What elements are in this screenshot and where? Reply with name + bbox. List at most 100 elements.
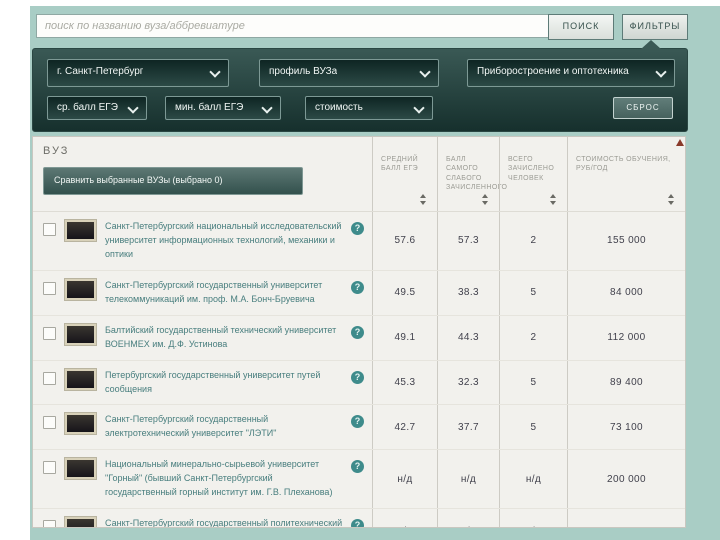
university-cell: Санкт-Петербургский национальный исследо… (33, 212, 372, 270)
university-link[interactable]: Санкт-Петербургский государственный унив… (105, 279, 343, 307)
help-icon[interactable]: ? (351, 222, 364, 235)
help-icon[interactable]: ? (351, 325, 364, 339)
sort-icon[interactable] (482, 194, 489, 205)
table-row: Петербургский государственный университе… (33, 359, 685, 405)
column-header-min-score[interactable]: БАЛЛ САМОГО СЛАБОГО ЗАЧИСЛЕННОГО (437, 137, 507, 211)
sort-icon[interactable] (420, 194, 427, 205)
panel-pointer-icon (641, 40, 661, 49)
table-row: Национальный минерально-сырьевой универс… (33, 449, 685, 509)
chevron-down-icon (261, 102, 273, 114)
enrolled-value: 2 (499, 212, 567, 270)
filter-panel: г. Санкт-Петербург профиль ВУЗа Приборос… (32, 40, 688, 132)
speciality-dropdown[interactable]: Приборостроение и оптотехника (467, 59, 675, 87)
search-input[interactable] (36, 14, 552, 38)
search-button[interactable]: ПОИСК (548, 14, 614, 40)
column-header-cost[interactable]: СТОИМОСТЬ ОБУЧЕНИЯ, РУБ/ГОД (567, 137, 685, 211)
avg-score-value: 42.7 (372, 405, 437, 450)
table-body: Санкт-Петербургский национальный исследо… (33, 212, 685, 527)
profile-dropdown-label: профиль ВУЗа (269, 66, 338, 77)
min-score-value: 38.3 (437, 270, 499, 315)
university-logo (65, 368, 96, 390)
enrolled-value: 5 (499, 270, 567, 315)
table-row: Санкт-Петербургский государственный поли… (33, 508, 685, 527)
avg-score-dropdown-label: ср. балл ЕГЭ (57, 102, 118, 113)
university-cell: Балтийский государственный технический у… (33, 316, 372, 360)
enrolled-value: н/д (499, 509, 567, 527)
min-score-value: 44.3 (437, 315, 499, 360)
university-link[interactable]: Национальный минерально-сырьевой универс… (105, 458, 343, 500)
row-checkbox[interactable] (43, 416, 56, 430)
row-checkbox[interactable] (43, 326, 56, 340)
enrolled-value: н/д (499, 450, 567, 509)
min-score-value: 57.3 (437, 212, 499, 270)
cost-value: 84 000 (567, 270, 685, 315)
column-header-label: СТОИМОСТЬ ОБУЧЕНИЯ, РУБ/ГОД (576, 156, 671, 173)
min-score-value: 37.7 (437, 405, 499, 450)
enrolled-value: 2 (499, 315, 567, 360)
row-checkbox[interactable] (43, 281, 56, 295)
column-header-label: ВСЕГО ЗАЧИСЛЕНО ЧЕЛОВЕК (508, 156, 555, 182)
help-icon[interactable]: ? (351, 460, 364, 474)
university-logo (65, 458, 96, 480)
avg-score-dropdown[interactable]: ср. балл ЕГЭ (47, 96, 147, 120)
speciality-dropdown-label: Приборостроение и оптотехника (477, 66, 629, 77)
enrolled-value: 5 (499, 405, 567, 450)
cost-value: 200 000 (567, 450, 685, 509)
table-title: ВУЗ (43, 145, 70, 157)
enrolled-value: 5 (499, 360, 567, 405)
avg-score-value: 49.5 (372, 270, 437, 315)
university-link[interactable]: Санкт-Петербургский государственный элек… (105, 413, 343, 441)
help-icon[interactable]: ? (351, 370, 364, 384)
name-column-header: ВУЗ Сравнить выбранные ВУЗы (выбрано 0) (33, 137, 372, 211)
cost-value: 89 400 (567, 360, 685, 405)
cost-value: 155 000 (567, 212, 685, 270)
sort-icon[interactable] (550, 194, 557, 205)
city-dropdown[interactable]: г. Санкт-Петербург (47, 59, 229, 87)
chevron-down-icon (419, 66, 431, 78)
university-logo (65, 517, 96, 527)
table-row: Санкт-Петербургский государственный элек… (33, 404, 685, 450)
avg-score-value: н/д (372, 450, 437, 509)
city-dropdown-label: г. Санкт-Петербург (57, 66, 144, 77)
column-header-avg-score[interactable]: СРЕДНИЙ БАЛЛ ЕГЭ (372, 137, 437, 211)
row-checkbox[interactable] (43, 223, 56, 236)
chevron-down-icon (209, 66, 221, 78)
university-link[interactable]: Петербургский государственный университе… (105, 369, 343, 397)
results-table: ВУЗ Сравнить выбранные ВУЗы (выбрано 0) … (32, 136, 686, 528)
min-score-dropdown[interactable]: мин. балл ЕГЭ (165, 96, 281, 120)
column-header-label: СРЕДНИЙ БАЛЛ ЕГЭ (381, 156, 419, 173)
university-logo (65, 278, 96, 300)
university-cell: Санкт-Петербургский государственный элек… (33, 405, 372, 449)
cost-dropdown[interactable]: стоимость (305, 96, 433, 120)
filters-button[interactable]: ФИЛЬТРЫ (622, 14, 688, 40)
help-icon[interactable]: ? (351, 280, 364, 294)
university-cell: Санкт-Петербургский государственный унив… (33, 271, 372, 315)
chevron-down-icon (413, 102, 425, 114)
cost-value: 120 000 (567, 509, 685, 527)
row-checkbox[interactable] (43, 461, 56, 475)
avg-score-value: н/д (372, 509, 437, 527)
sort-icon[interactable] (668, 194, 675, 205)
avg-score-value: 45.3 (372, 360, 437, 405)
university-link[interactable]: Санкт-Петербургский государственный поли… (105, 517, 343, 527)
table-header: ВУЗ Сравнить выбранные ВУЗы (выбрано 0) … (33, 137, 685, 212)
reset-button[interactable]: СБРОС (613, 97, 673, 119)
help-icon[interactable]: ? (351, 415, 364, 429)
university-logo (65, 323, 96, 345)
compare-button[interactable]: Сравнить выбранные ВУЗы (выбрано 0) (43, 167, 303, 195)
min-score-value: н/д (437, 509, 499, 527)
university-logo (65, 413, 96, 435)
avg-score-value: 49.1 (372, 315, 437, 360)
cost-dropdown-label: стоимость (315, 102, 363, 113)
row-checkbox[interactable] (43, 371, 56, 385)
min-score-value: н/д (437, 450, 499, 509)
university-link[interactable]: Санкт-Петербургский национальный исследо… (105, 220, 343, 262)
column-header-enrolled[interactable]: ВСЕГО ЗАЧИСЛЕНО ЧЕЛОВЕК (499, 137, 567, 211)
university-link[interactable]: Балтийский государственный технический у… (105, 324, 343, 352)
help-icon[interactable]: ? (351, 519, 364, 527)
university-logo (65, 220, 96, 241)
table-row: Санкт-Петербургский государственный унив… (33, 269, 685, 315)
profile-dropdown[interactable]: профиль ВУЗа (259, 59, 439, 87)
min-score-value: 32.3 (437, 360, 499, 405)
row-checkbox[interactable] (43, 520, 56, 527)
